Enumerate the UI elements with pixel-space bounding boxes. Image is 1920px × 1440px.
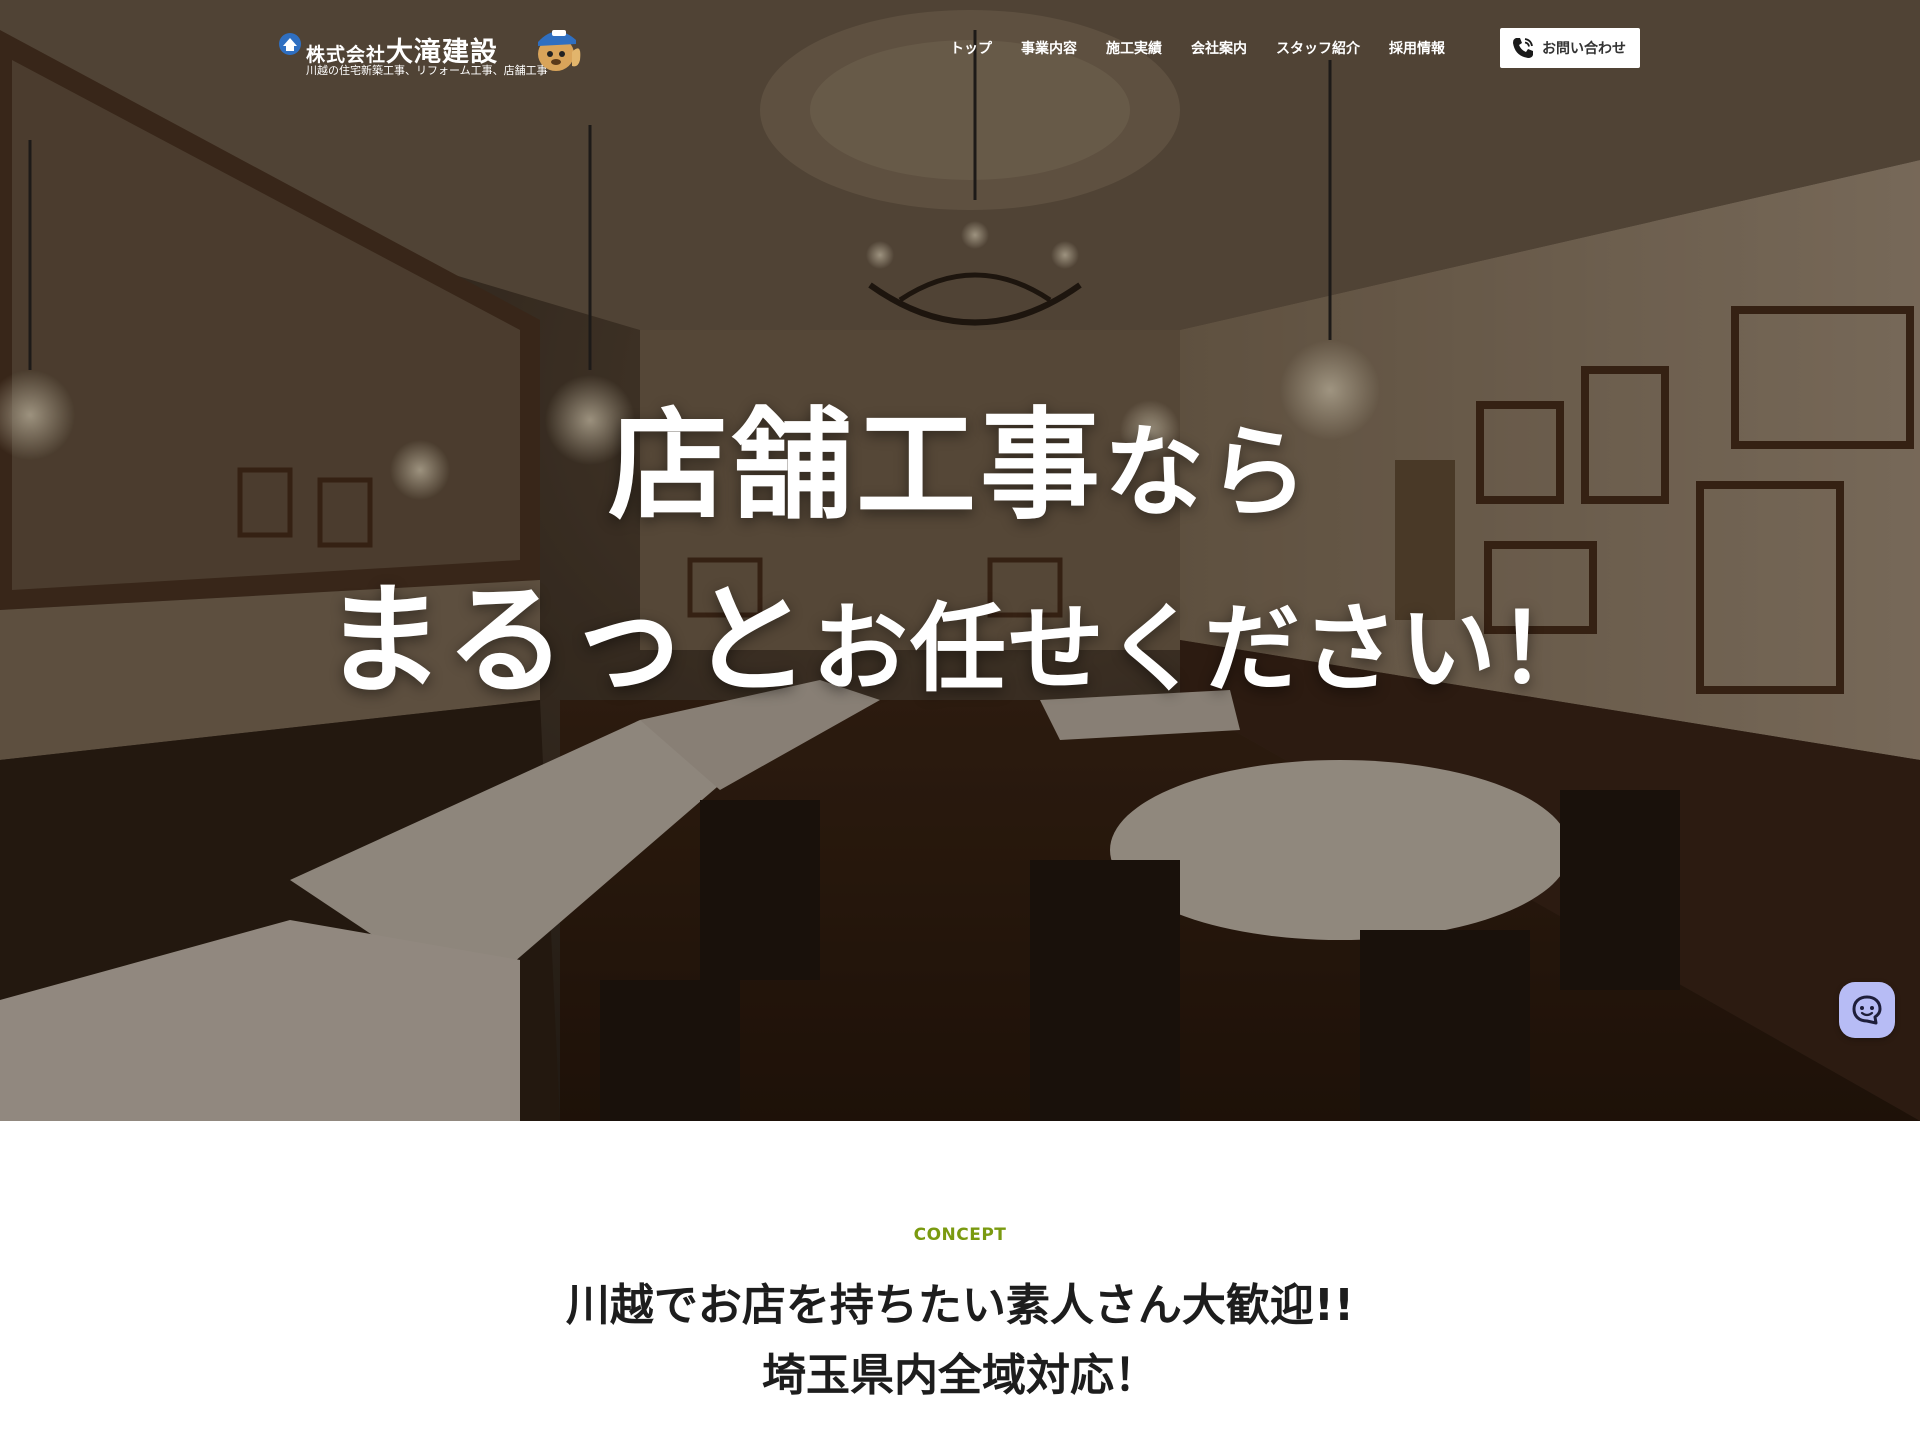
chat-button[interactable] — [1839, 982, 1895, 1038]
phone-icon — [1513, 38, 1533, 58]
concept-section: CONCEPT 川越でお店を持ちたい素人さん大歓迎!! 埼玉県内全域対応！ — [0, 1121, 1920, 1440]
hero-headline-line1-main: 店舗工事 — [608, 397, 1104, 536]
hero-headline-line2-small: お任せください！ — [812, 593, 1596, 705]
hero-headline-line1: 店舗工事なら — [0, 392, 1920, 548]
hero-headline: 店舗工事なら まるっとお任せください！ — [0, 392, 1920, 729]
hero-section: 株式会社大滝建設 川越の住宅新築工事、リフォーム工事、店舗工事 トップ 事業内容… — [0, 0, 1920, 1121]
hero-headline-line1-small: なら — [1104, 414, 1312, 531]
nav-item-company[interactable]: 会社案内 — [1191, 38, 1247, 60]
concept-title: 川越でお店を持ちたい素人さん大歓迎!! 埼玉県内全域対応！ — [0, 1271, 1920, 1411]
chat-icon — [1852, 995, 1882, 1025]
concept-label: CONCEPT — [913, 1225, 1007, 1245]
concept-title-line2: 埼玉県内全域対応！ — [762, 1350, 1158, 1401]
concept-title-line1: 川越でお店を持ちたい素人さん大歓迎!! — [565, 1280, 1355, 1331]
contact-button[interactable]: お問い合わせ — [1500, 28, 1640, 68]
main-nav: トップ 事業内容 施工実績 会社案内 スタッフ紹介 採用情報 — [950, 38, 1474, 60]
logo-tagline: 川越の住宅新築工事、リフォーム工事、店舗工事 — [306, 64, 548, 77]
nav-item-recruit[interactable]: 採用情報 — [1389, 38, 1445, 60]
nav-item-business[interactable]: 事業内容 — [1021, 38, 1077, 60]
nav-item-staff[interactable]: スタッフ紹介 — [1276, 38, 1360, 60]
hero-headline-line2-main: まるっと — [324, 572, 812, 711]
hero-headline-line2: まるっとお任せください！ — [0, 562, 1920, 729]
site-header: 株式会社大滝建設 川越の住宅新築工事、リフォーム工事、店舗工事 トップ 事業内容… — [0, 0, 1920, 100]
nav-item-top[interactable]: トップ — [950, 38, 992, 60]
mascot-dog-icon — [538, 30, 581, 71]
house-logo-icon — [279, 33, 301, 55]
contact-button-label: お問い合わせ — [1542, 41, 1626, 57]
nav-item-works[interactable]: 施工実績 — [1106, 38, 1162, 60]
site-logo[interactable]: 株式会社大滝建設 川越の住宅新築工事、リフォーム工事、店舗工事 — [278, 24, 588, 80]
